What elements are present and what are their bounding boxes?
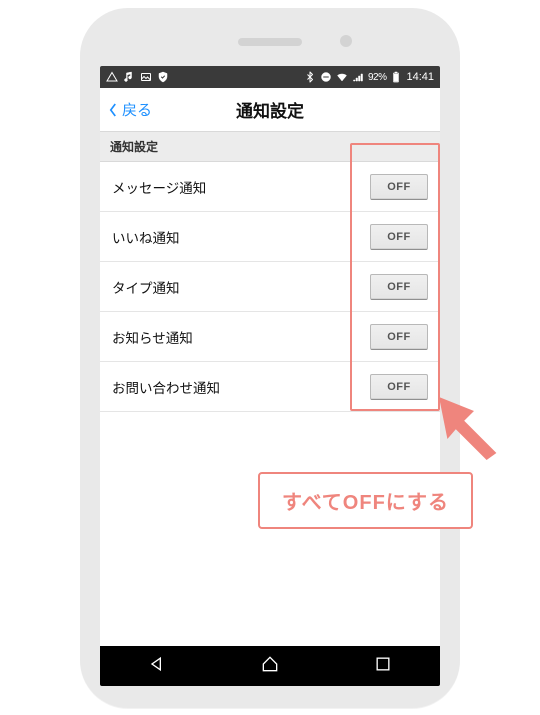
toggle-type-notification[interactable]: OFF (370, 274, 428, 300)
back-button[interactable]: 戻る (106, 88, 152, 131)
row-label: メッセージ通知 (112, 177, 206, 197)
home-outline-icon (260, 654, 280, 674)
battery-percent: 92% (368, 72, 387, 83)
do-not-disturb-icon (320, 71, 332, 83)
toggle-inquiry-notification[interactable]: OFF (370, 374, 428, 400)
row-label: お問い合わせ通知 (112, 377, 220, 397)
android-nav-bar (100, 646, 440, 686)
bluetooth-icon (304, 71, 316, 83)
battery-icon (390, 71, 402, 83)
row-message-notification: メッセージ通知 OFF (100, 162, 440, 212)
row-label: タイプ通知 (112, 277, 180, 297)
toggle-like-notification[interactable]: OFF (370, 224, 428, 250)
clock-time: 14:41 (406, 71, 434, 83)
status-left (106, 71, 169, 83)
app-header: 戻る 通知設定 (100, 88, 440, 132)
chevron-left-icon (106, 101, 120, 119)
triangle-back-icon (147, 654, 167, 674)
section-header: 通知設定 (100, 132, 440, 162)
content-fill (100, 412, 440, 646)
music-note-icon (123, 71, 135, 83)
back-label: 戻る (122, 99, 152, 120)
toggle-news-notification[interactable]: OFF (370, 324, 428, 350)
nav-home-button[interactable] (260, 654, 280, 679)
square-icon (373, 654, 393, 674)
status-right: 92% 14:41 (304, 71, 434, 83)
nav-recent-button[interactable] (373, 654, 393, 679)
row-news-notification: お知らせ通知 OFF (100, 312, 440, 362)
shield-check-icon (157, 71, 169, 83)
row-type-notification: タイプ通知 OFF (100, 262, 440, 312)
toggle-message-notification[interactable]: OFF (370, 174, 428, 200)
page-title: 通知設定 (236, 97, 304, 122)
row-inquiry-notification: お問い合わせ通知 OFF (100, 362, 440, 412)
status-bar: 92% 14:41 (100, 66, 440, 88)
annotation-arrow (432, 390, 502, 460)
phone-frame: 92% 14:41 戻る 通知設定 通知設定 (80, 8, 460, 708)
wifi-icon (336, 71, 348, 83)
screen: 92% 14:41 戻る 通知設定 通知設定 (100, 66, 440, 686)
nav-back-button[interactable] (147, 654, 167, 679)
callout-text: すべてOFFにする (282, 492, 449, 514)
speaker-slot (238, 38, 302, 46)
settings-list: メッセージ通知 OFF いいね通知 OFF タイプ通知 OFF お知らせ通知 O… (100, 162, 440, 412)
annotation-callout: すべてOFFにする (258, 472, 473, 529)
signal-icon (352, 71, 364, 83)
image-icon (140, 71, 152, 83)
row-label: お知らせ通知 (112, 327, 193, 347)
row-label: いいね通知 (112, 227, 180, 247)
front-camera (340, 35, 352, 47)
triangle-warning-icon (106, 71, 118, 83)
row-like-notification: いいね通知 OFF (100, 212, 440, 262)
